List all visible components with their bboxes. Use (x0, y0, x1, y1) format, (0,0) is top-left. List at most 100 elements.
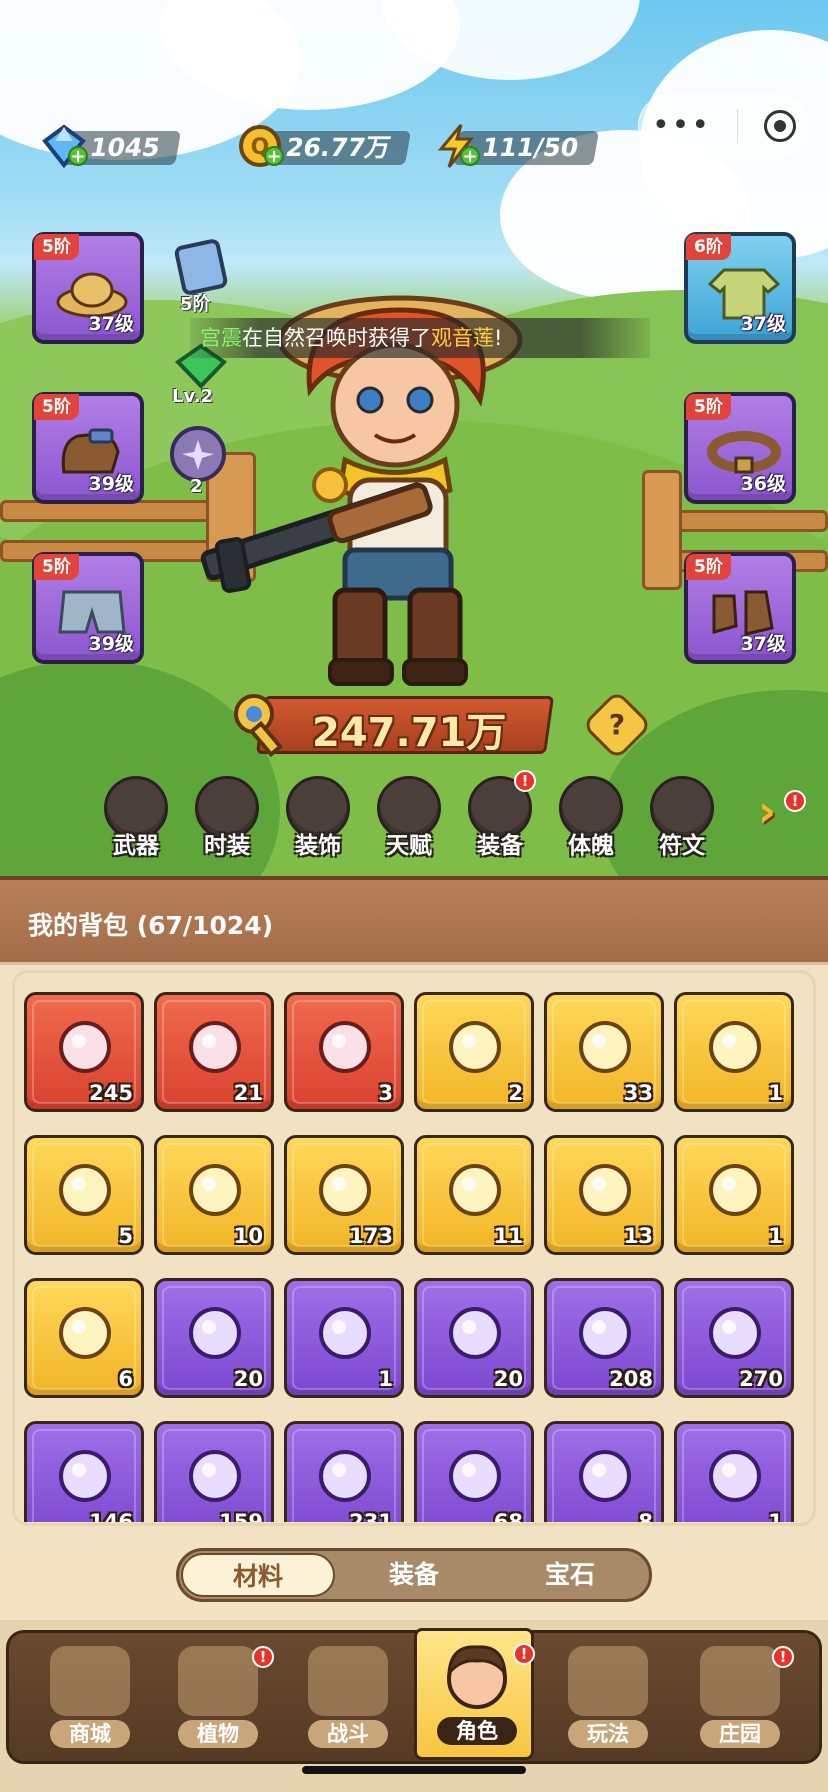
nav-plants[interactable]: 植物 ! (158, 1634, 278, 1758)
func-label: 武器 (113, 833, 159, 859)
equip-slot-belt[interactable]: 5阶 36级 (684, 392, 796, 504)
bag-item[interactable]: 33 (544, 992, 664, 1112)
item-count: 270 (739, 1367, 783, 1391)
nav-manor[interactable]: 庄园 ! (680, 1634, 800, 1758)
bag-item[interactable]: 1 (674, 992, 794, 1112)
gold-pile-icon (449, 1164, 501, 1216)
bag-item[interactable]: 231 (284, 1421, 404, 1522)
purple-bottle-icon (189, 1307, 241, 1359)
bag-item[interactable]: 1 (674, 1135, 794, 1255)
func-rune[interactable]: 符文 (642, 776, 722, 866)
bag-item[interactable]: 6 (24, 1278, 144, 1398)
level-label: 39级 (88, 473, 134, 495)
func-talent[interactable]: 天赋 (369, 776, 449, 866)
energy-currency[interactable]: + 111/50 (432, 124, 612, 168)
bag-grid: 245 21 3 2 33 1 5 10 173 11 13 1 6 20 1 20 208 270 146 159 2… (24, 992, 804, 1522)
tab-materials[interactable]: 材料 (181, 1553, 335, 1597)
nav-gameplay[interactable]: 玩法 (548, 1634, 668, 1758)
shop-icon (50, 1646, 130, 1716)
nav-battle[interactable]: 战斗 (288, 1634, 408, 1758)
equip-slot-hat[interactable]: 5阶 37级 (32, 232, 144, 344)
func-equipment[interactable]: 装备 ! (460, 770, 540, 866)
bag-item[interactable]: 173 (284, 1135, 404, 1255)
gem-level: Lv.2 (172, 386, 214, 407)
orb-slot[interactable]: 2 (166, 424, 236, 500)
bag-item[interactable]: 68 (414, 1421, 534, 1522)
func-weapon[interactable]: 武器 (96, 776, 176, 866)
combat-power[interactable]: 247.71万 (230, 690, 590, 760)
card-slot[interactable]: 5阶 (166, 238, 236, 315)
gem-currency[interactable]: + 1045 (40, 124, 220, 169)
nav-shop[interactable]: 商城 (30, 1634, 150, 1758)
equip-slot-boots[interactable]: 5阶 37级 (684, 552, 796, 664)
gold-currency[interactable]: Q + 26.77万 (236, 125, 416, 168)
add-gems-icon[interactable]: + (68, 146, 88, 166)
equip-slot-shirt[interactable]: 6阶 37级 (684, 232, 796, 344)
alert-badge-icon: ! (514, 770, 536, 792)
bag-item[interactable]: 11 (414, 1135, 534, 1255)
announce-end: ! (494, 326, 503, 350)
bag-item[interactable]: 208 (544, 1278, 664, 1398)
fire-scroll-icon (189, 1450, 241, 1502)
orb-count: 2 (190, 476, 203, 497)
close-miniprogram-icon[interactable] (764, 110, 797, 142)
teal-leaf-icon (449, 1307, 501, 1359)
nav-character[interactable]: 角色 ! (414, 1628, 535, 1760)
item-count: 13 (623, 1224, 653, 1248)
character-portrait-icon (447, 1645, 507, 1709)
more-icon[interactable]: ••• (652, 111, 711, 141)
bag-item[interactable]: 20 (154, 1278, 274, 1398)
item-count: 5 (118, 1224, 133, 1248)
add-energy-icon[interactable]: + (460, 146, 480, 166)
question-icon: ? (608, 708, 626, 741)
bag-item[interactable]: 146 (24, 1421, 144, 1522)
equip-slot-shorts[interactable]: 5阶 39级 (32, 552, 144, 664)
tab-gems[interactable]: 宝石 (493, 1553, 647, 1597)
item-count: 208 (609, 1367, 653, 1391)
monster-icon (568, 1646, 648, 1716)
func-physique[interactable]: 体魄 (551, 776, 631, 866)
bag-item[interactable]: 21 (154, 992, 274, 1112)
tab-equipment[interactable]: 装备 (337, 1553, 491, 1597)
bag-item[interactable]: 10 (154, 1135, 274, 1255)
spell-book-icon (579, 1164, 631, 1216)
category-tabs: 材料 装备 宝石 (176, 1548, 652, 1602)
alert-badge-icon: ! (252, 1646, 274, 1668)
item-count: 1 (768, 1224, 783, 1248)
bag-item[interactable]: 20 (414, 1278, 534, 1398)
gem-amount: 1045 (87, 133, 163, 162)
bag-item[interactable]: 159 (154, 1421, 274, 1522)
bag-item[interactable]: 2 (414, 992, 534, 1112)
nav-label: 商城 (50, 1720, 130, 1748)
item-count: 68 (493, 1510, 523, 1522)
level-label: 36级 (740, 473, 786, 495)
bag-item[interactable]: 8 (544, 1421, 664, 1522)
func-label: 装饰 (295, 833, 341, 859)
nav-label: 玩法 (568, 1720, 648, 1748)
add-gold-icon[interactable]: + (264, 146, 284, 166)
level-label: 37级 (740, 313, 786, 335)
red-potion-icon (189, 1021, 241, 1073)
func-fashion[interactable]: 时装 (187, 776, 267, 866)
bag-item[interactable]: 245 (24, 992, 144, 1112)
bag-item[interactable]: 13 (544, 1135, 664, 1255)
level-label: 37级 (88, 313, 134, 335)
level-label: 39级 (88, 633, 134, 655)
bag-item[interactable]: 3 (284, 992, 404, 1112)
bag-item[interactable]: 1 (284, 1278, 404, 1398)
windmill-icon (308, 1646, 388, 1716)
func-decoration[interactable]: 装饰 (278, 776, 358, 866)
home-indicator (302, 1766, 526, 1774)
miniprogram-capsule: ••• (638, 94, 810, 158)
flower-icon (312, 467, 348, 503)
equip-slot-gloves[interactable]: 5阶 39级 (32, 392, 144, 504)
tier-badge: 5阶 (34, 394, 79, 420)
item-count: 33 (623, 1081, 653, 1105)
bag-item[interactable]: 5 (24, 1135, 144, 1255)
card-icon (174, 239, 228, 295)
blue-scroll-icon (59, 1450, 111, 1502)
bag-item[interactable]: 270 (674, 1278, 794, 1398)
bag-item[interactable]: 1 (674, 1421, 794, 1522)
item-count: 10 (233, 1224, 263, 1248)
card-tier: 5阶 (180, 294, 211, 315)
